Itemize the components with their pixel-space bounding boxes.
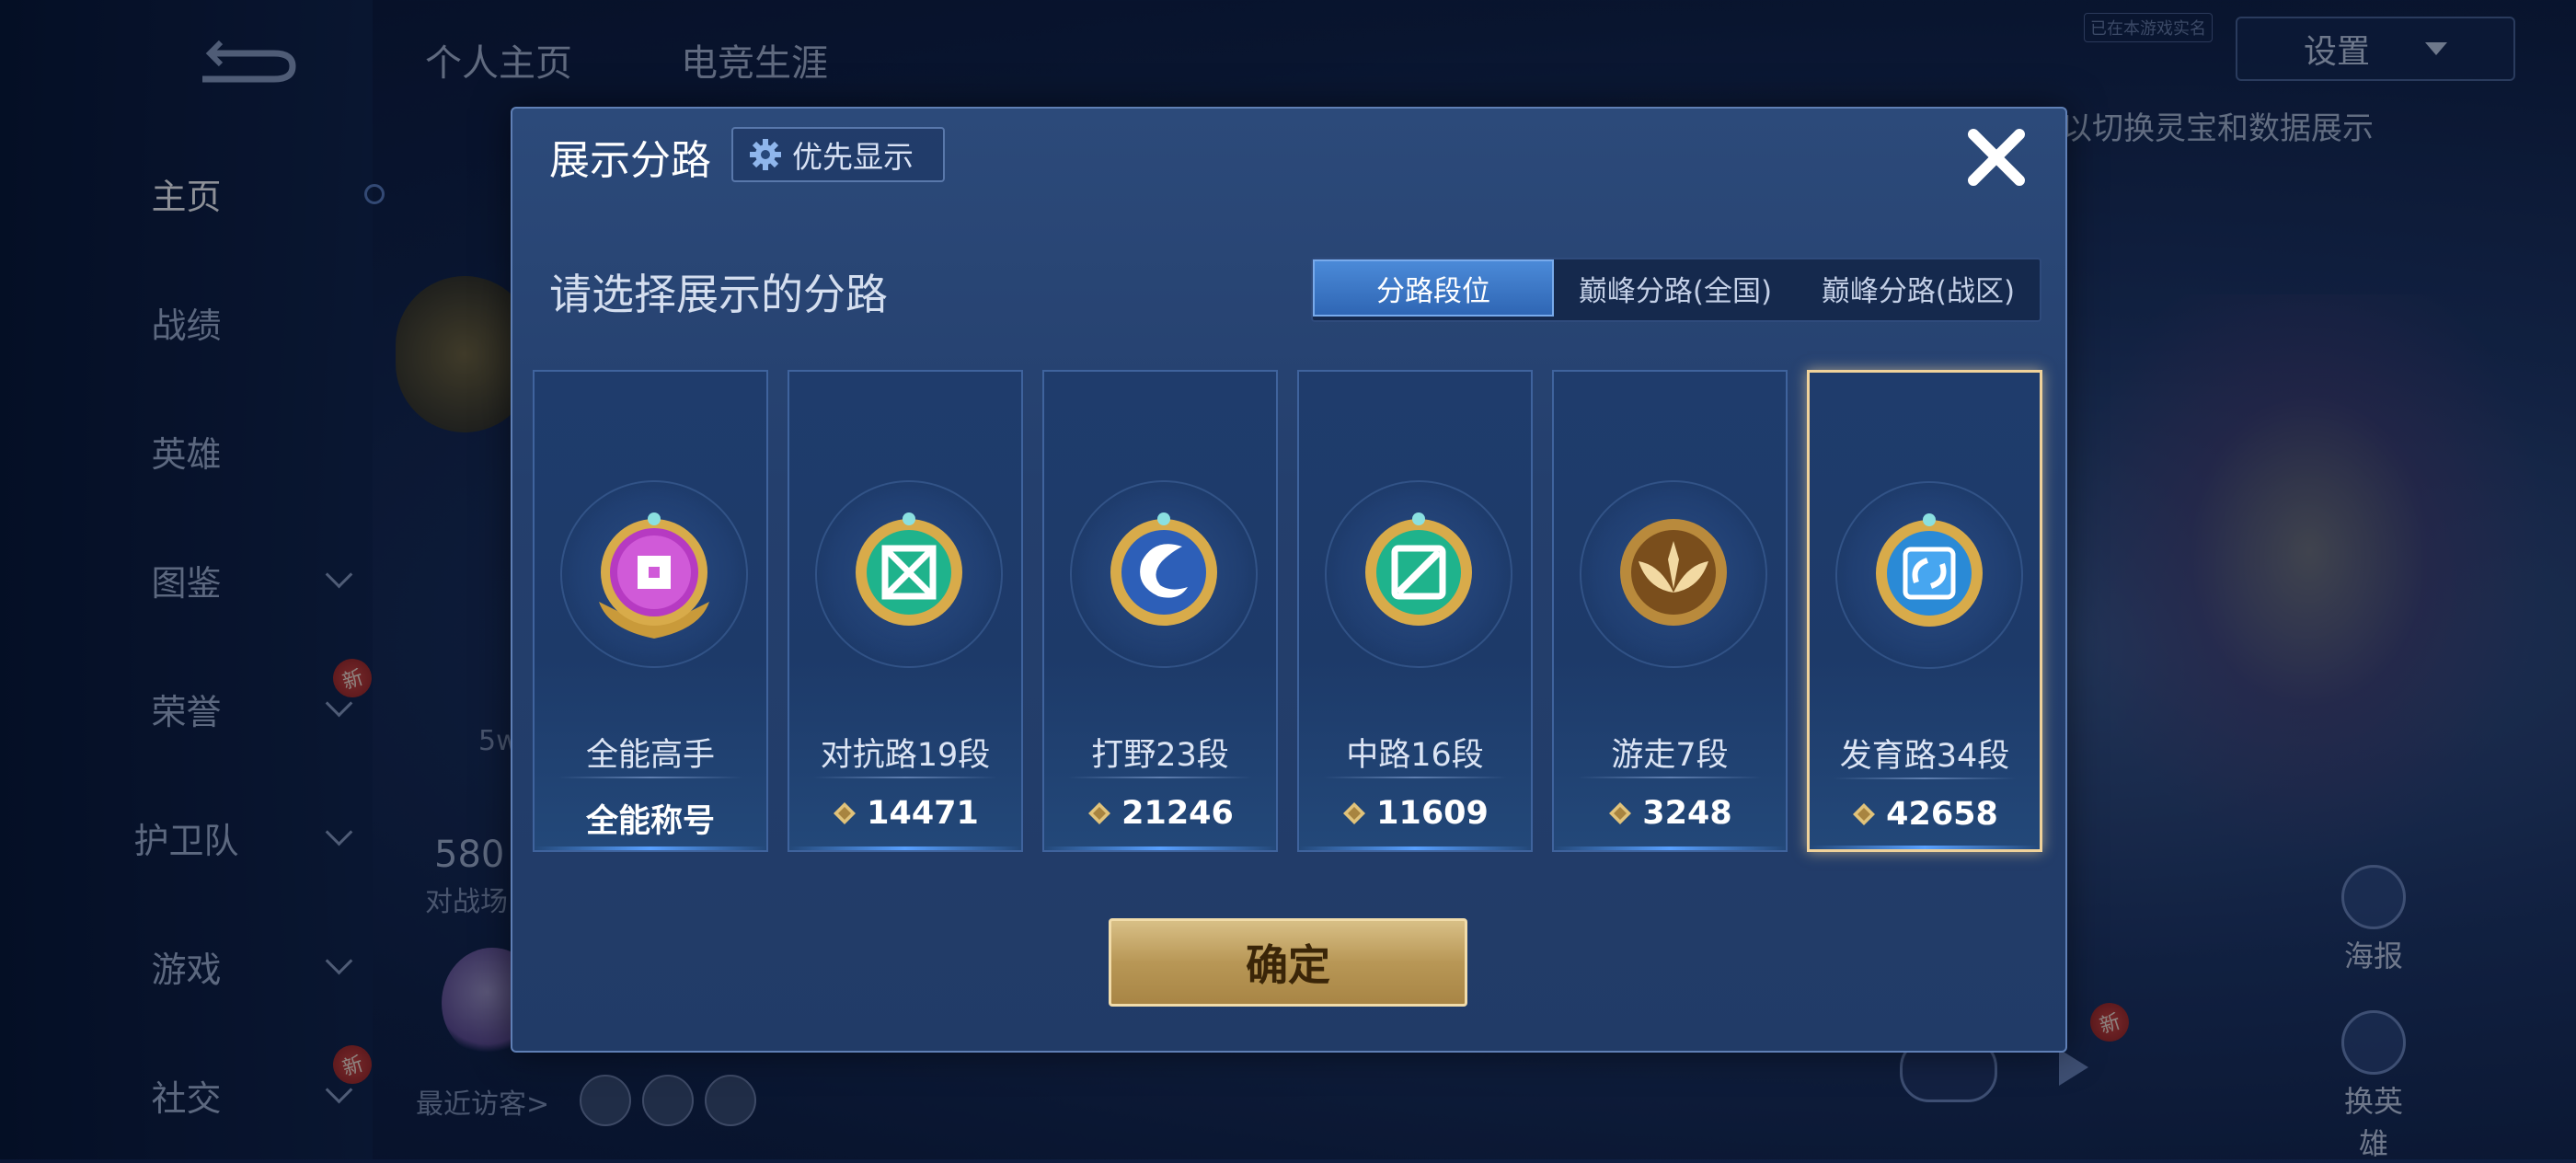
peak-points-icon xyxy=(1609,802,1632,824)
all-round-badge-icon xyxy=(599,512,709,639)
priority-display-label: 优先显示 xyxy=(792,139,914,175)
badge-frame xyxy=(1325,480,1512,668)
badge-frame xyxy=(815,480,1003,668)
card-value: 全能称号 xyxy=(535,795,766,842)
roam-badge-icon xyxy=(1620,519,1727,626)
card-lane-name: 发育路34段 xyxy=(1839,738,2010,775)
lane-tabs: 分路段位 巅峰分路(全国) 巅峰分路(战区) xyxy=(1311,258,2041,322)
gear-icon xyxy=(750,139,781,170)
lane-card-list: 全能高手 全能称号 对抗路19段 14471 打野23段 21246 中路16段… xyxy=(533,370,2051,856)
card-value: 3248 xyxy=(1554,795,1786,832)
card-value-text: 21246 xyxy=(1121,795,1234,832)
divider xyxy=(813,777,997,778)
tab-peak-national[interactable]: 巅峰分路(全国) xyxy=(1554,259,1797,317)
card-lane-name: 中路16段 xyxy=(1346,737,1484,774)
card-value-text: 42658 xyxy=(1886,796,1998,833)
divider xyxy=(558,777,742,778)
lane-card-farm-lane[interactable]: 发育路34段 42658 xyxy=(1807,370,2042,852)
card-value-text: 11609 xyxy=(1376,795,1489,832)
confirm-button[interactable]: 确定 xyxy=(1109,918,1467,1007)
card-lane-name: 全能高手 xyxy=(585,737,715,774)
card-value-text: 14471 xyxy=(867,795,979,832)
lane-card-mid-lane[interactable]: 中路16段 11609 xyxy=(1297,370,1533,852)
lane-card-all-round[interactable]: 全能高手 全能称号 xyxy=(533,370,768,852)
badge-frame xyxy=(1835,481,2023,669)
clash-lane-badge-icon xyxy=(856,512,962,626)
jungle-badge-icon xyxy=(1110,512,1217,626)
tab-peak-region[interactable]: 巅峰分路(战区) xyxy=(1797,259,2040,317)
badge-frame xyxy=(1070,480,1258,668)
peak-points-icon xyxy=(1088,802,1111,824)
peak-points-icon xyxy=(834,802,857,824)
divider xyxy=(1323,777,1507,778)
divider xyxy=(1068,777,1252,778)
card-value-text: 3248 xyxy=(1642,795,1732,832)
dialog-title: 展示分路 xyxy=(549,137,711,184)
lane-card-clash-lane[interactable]: 对抗路19段 14471 xyxy=(788,370,1023,852)
confirm-label: 确定 xyxy=(1246,940,1330,990)
peak-points-icon xyxy=(1853,803,1876,825)
badge-frame xyxy=(560,480,748,668)
badge-frame xyxy=(1580,480,1767,668)
tab-lane-rank[interactable]: 分路段位 xyxy=(1313,259,1554,317)
farm-lane-badge-icon xyxy=(1876,513,1983,627)
card-lane-name: 游走7段 xyxy=(1611,737,1729,774)
card-lane-name: 对抗路19段 xyxy=(820,737,991,774)
lane-display-dialog: 展示分路 优先显示 请选择展示的分路 分路段位 巅峰分路(全国) 巅峰分路(战区… xyxy=(511,107,2067,1053)
dialog-subtitle: 请选择展示的分路 xyxy=(549,270,888,319)
card-value: 14471 xyxy=(789,795,1021,832)
card-value: 11609 xyxy=(1299,795,1531,832)
lane-card-roam[interactable]: 游走7段 3248 xyxy=(1552,370,1788,852)
lane-card-jungle[interactable]: 打野23段 21246 xyxy=(1042,370,1278,852)
card-value-text: 全能称号 xyxy=(585,803,715,840)
card-value: 21246 xyxy=(1044,795,1276,832)
card-value: 42658 xyxy=(1810,796,2040,833)
divider xyxy=(1834,777,2016,779)
peak-points-icon xyxy=(1343,802,1366,824)
close-icon[interactable] xyxy=(1964,125,2029,190)
divider xyxy=(1578,777,1762,778)
mid-lane-badge-icon xyxy=(1365,512,1472,626)
priority-display-button[interactable]: 优先显示 xyxy=(731,127,945,182)
card-lane-name: 打野23段 xyxy=(1091,737,1229,774)
